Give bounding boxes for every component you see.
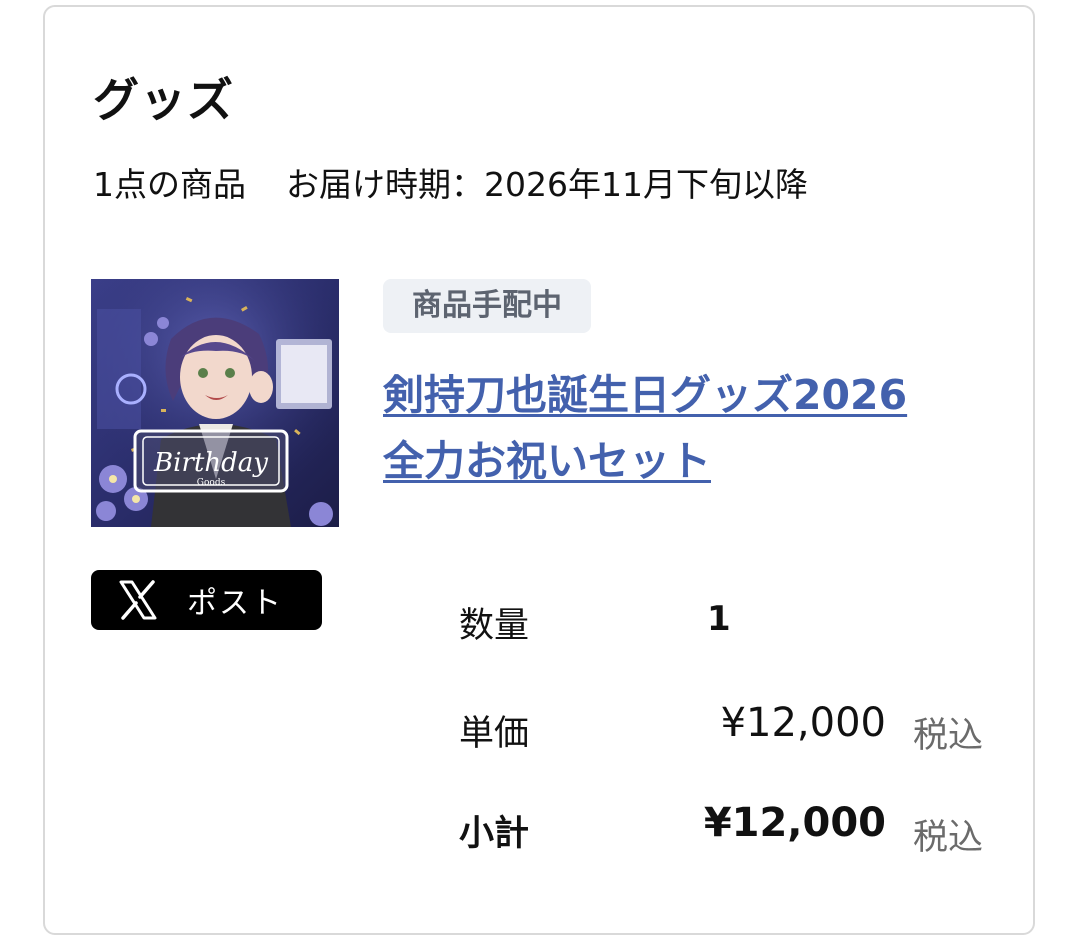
x-logo-icon	[119, 580, 157, 620]
x-post-label: ポスト	[187, 586, 283, 621]
product-thumbnail[interactable]: Birthday Goods	[91, 279, 339, 527]
product-title-link[interactable]: 剣持刀也誕生日グッズ2026 全力お祝いセット	[383, 362, 983, 494]
unit-price-tax-note: 税込	[913, 716, 984, 756]
product-artwork: Birthday Goods	[91, 279, 339, 527]
thumbnail-banner-text: Birthday	[153, 448, 268, 478]
unit-price-value: ¥12,000	[720, 700, 886, 746]
subtotal-tax-note: 税込	[913, 818, 984, 858]
quantity-label: 数量	[459, 606, 530, 646]
subtotal-value: ¥12,000	[703, 800, 886, 846]
item-count: 1点の商品	[93, 165, 246, 204]
subtotal-label: 小計	[459, 814, 530, 854]
delivery-period: お届け時期：2026年11月下旬以降	[286, 165, 808, 204]
thumbnail-banner-subtext: Goods	[197, 478, 226, 488]
product-title-line2: 全力お祝いセット	[383, 437, 711, 485]
quantity-value: 1	[707, 599, 731, 639]
product-title-line1: 剣持刀也誕生日グッズ2026	[383, 371, 908, 419]
order-summary: 1点の商品 お届け時期：2026年11月下旬以降	[93, 165, 808, 204]
x-post-button[interactable]: ポスト	[91, 570, 322, 630]
section-title: グッズ	[93, 73, 234, 127]
status-badge: 商品手配中	[383, 279, 591, 333]
unit-price-label: 単価	[459, 714, 530, 754]
goods-order-card: グッズ 1点の商品 お届け時期：2026年11月下旬以降 Birthday Go…	[43, 5, 1035, 935]
